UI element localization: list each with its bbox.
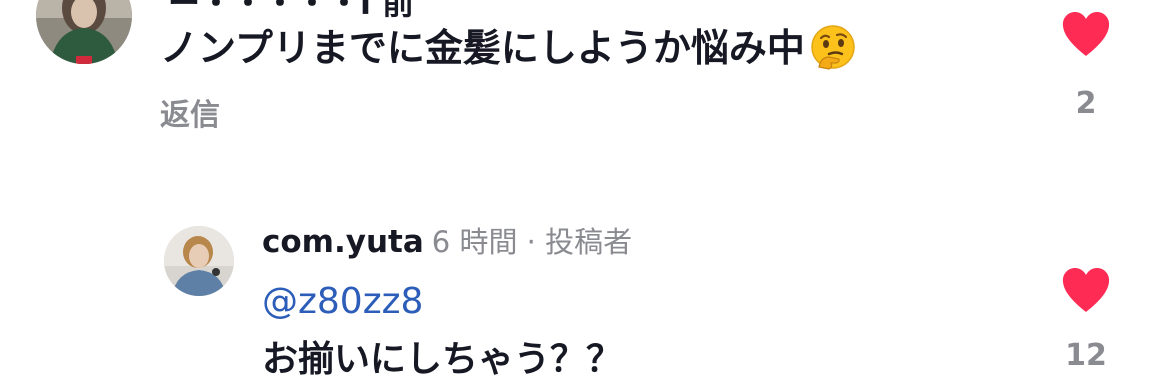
thinking-face-icon (809, 23, 857, 71)
avatar[interactable] (36, 0, 132, 64)
username[interactable]: com.yuta (262, 224, 424, 260)
like-button[interactable] (1060, 10, 1112, 58)
comment-thread: ー・・・・・l 前 ノンプリまでに金髪にしようか悩み中 返信 2 com.yut… (0, 0, 1170, 389)
reply-button[interactable]: 返信 (160, 96, 220, 136)
comment-text-body: ノンプリまでに金髪にしようか悩み中 (160, 26, 805, 70)
reply-text: お揃いにしちゃう？？ (262, 339, 623, 380)
mention-link[interactable]: @z80zz8 (262, 276, 423, 328)
like-button[interactable] (1060, 266, 1112, 314)
avatar[interactable] (164, 226, 234, 296)
heart-icon (1062, 12, 1110, 56)
like-count: 2 (1075, 86, 1097, 121)
heart-icon (1062, 268, 1110, 312)
comment-meta: 6 時間 · 投稿者 (431, 225, 633, 259)
like-count: 12 (1065, 338, 1107, 373)
reply-header: com.yuta 6 時間 · 投稿者 (262, 222, 632, 267)
comment-text: ノンプリまでに金髪にしようか悩み中 (160, 20, 857, 76)
